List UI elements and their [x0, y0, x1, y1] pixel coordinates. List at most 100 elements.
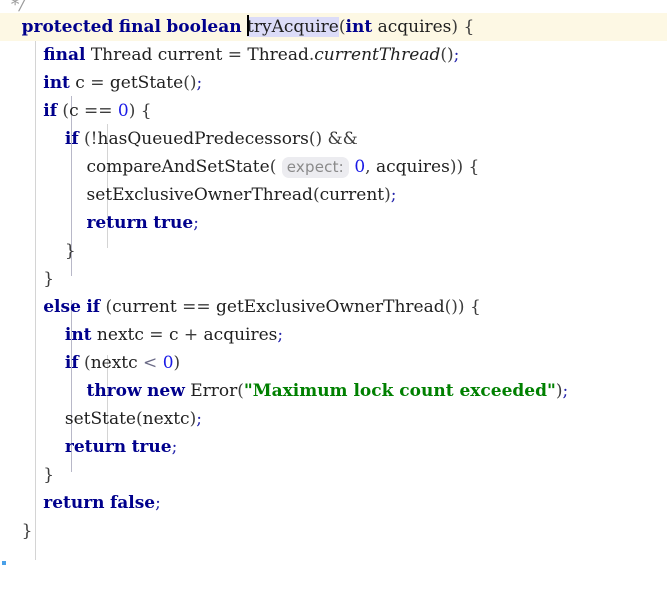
line-throw-new-error[interactable]: throw new Error("Maximum lock count exce… — [0, 377, 667, 405]
marker-bottom-left — [2, 561, 6, 565]
token: Thread — [241, 45, 309, 65]
token: nextc — [142, 409, 190, 429]
token: "Maximum lock count exceeded" — [243, 381, 556, 401]
token: ( — [269, 157, 282, 177]
token: ; — [171, 437, 178, 457]
token: current — [319, 185, 385, 205]
token: if — [43, 101, 58, 121]
line-return-false[interactable]: return false; — [0, 489, 667, 517]
token: int — [43, 73, 70, 93]
token: ; — [277, 325, 284, 345]
code-editor[interactable]: */ protected final boolean tryAcquire(in… — [0, 0, 667, 605]
token: boolean — [166, 17, 242, 37]
token: setState — [64, 409, 136, 429]
token: final — [118, 17, 161, 37]
line-close-brace-method[interactable]: } — [0, 517, 667, 545]
line-final-thread-current[interactable]: final Thread current = Thread.currentThr… — [0, 41, 667, 69]
line-compare-and-set-state[interactable]: compareAndSetState( expect: 0, acquires)… — [0, 153, 667, 181]
token: Thread current — [85, 45, 228, 65]
token: if — [64, 129, 79, 149]
token: throw — [86, 381, 142, 401]
token: ( — [100, 297, 113, 317]
line-int-c-getstate[interactable]: int c = getState(); — [0, 69, 667, 97]
token: () — [440, 45, 454, 65]
token: ) — [173, 353, 181, 373]
token: = — [149, 325, 164, 345]
token: ) — [384, 185, 391, 205]
token: */ — [10, 0, 26, 13]
token: else — [43, 297, 81, 317]
token: c — [69, 73, 91, 93]
token: ; — [196, 73, 203, 93]
token: () — [308, 129, 323, 149]
token: nextc — [91, 325, 150, 345]
token: } — [64, 241, 76, 261]
token: final — [43, 45, 86, 65]
line-set-exclusive-owner-thread[interactable]: setExclusiveOwnerThread(current); — [0, 181, 667, 209]
token: protected — [21, 17, 114, 37]
token: tryAcquire — [247, 17, 339, 37]
token: ) { — [451, 17, 475, 37]
token: return — [64, 437, 127, 457]
token: ; — [155, 493, 161, 513]
line-if-c-equals-zero[interactable]: if (c == 0) { — [0, 97, 667, 125]
token: current — [112, 297, 183, 317]
token: ) — [555, 381, 563, 401]
line-close-brace-inner-if[interactable]: } — [0, 237, 667, 265]
token: ; — [562, 381, 569, 401]
token: false — [109, 493, 156, 513]
line-return-true-outer[interactable]: return true; — [0, 433, 667, 461]
line-return-true-inner[interactable]: return true; — [0, 209, 667, 237]
token: true — [131, 437, 172, 457]
token: ( — [312, 185, 320, 205]
code-lines-container[interactable]: */ protected final boolean tryAcquire(in… — [0, 0, 667, 545]
token: if — [86, 297, 101, 317]
token: () — [183, 73, 197, 93]
token: expect: — [281, 157, 349, 178]
token: ( — [338, 17, 346, 37]
line-if-has-queued-predecessors[interactable]: if (!hasQueuedPredecessors() && — [0, 125, 667, 153]
token: compareAndSetState — [86, 157, 270, 177]
token: currentThread — [314, 45, 441, 65]
token: ; — [196, 409, 202, 429]
token: ( — [78, 353, 91, 373]
token: acquires — [372, 17, 452, 37]
token: getState — [104, 73, 184, 93]
token: = — [227, 45, 242, 65]
token: c — [163, 325, 184, 345]
token: return — [43, 493, 105, 513]
line-set-state-nextc[interactable]: setState(nextc); — [0, 405, 667, 433]
line-comment-tail[interactable]: */ — [0, 0, 667, 13]
token: ( — [57, 101, 70, 121]
token: ) { — [128, 101, 152, 121]
token: == — [182, 297, 211, 317]
line-else-if-current-owner[interactable]: else if (current == getExclusiveOwnerThr… — [0, 293, 667, 321]
line-method-signature[interactable]: protected final boolean tryAcquire(int a… — [0, 13, 667, 41]
line-if-nextc-lt-zero[interactable]: if (nextc < 0) — [0, 349, 667, 377]
token: Error — [184, 381, 238, 401]
line-int-nextc[interactable]: int nextc = c + acquires; — [0, 321, 667, 349]
token: acquires — [370, 157, 450, 177]
token: c — [69, 101, 84, 121]
line-close-brace-outer-if[interactable]: } — [0, 265, 667, 293]
line-close-brace-else-if[interactable]: } — [0, 461, 667, 489]
token: ()) { — [444, 297, 481, 317]
token: setExclusiveOwnerThread — [86, 185, 313, 205]
token: } — [43, 269, 55, 289]
